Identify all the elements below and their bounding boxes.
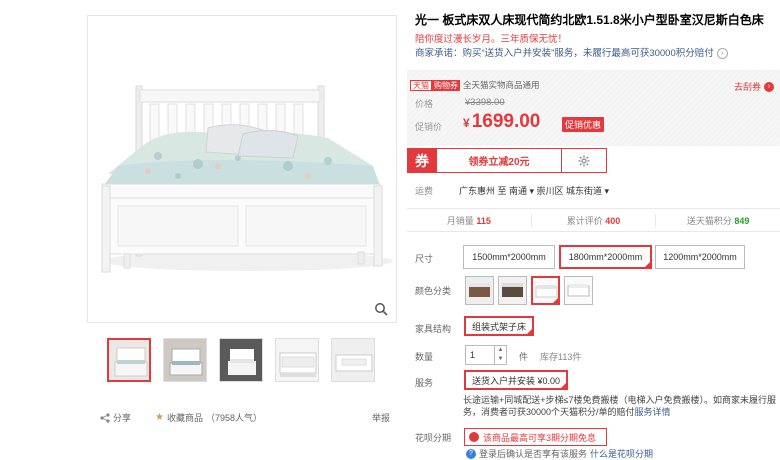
thumbnail-3[interactable]: [219, 338, 263, 382]
service-details-link[interactable]: 服务详情: [635, 407, 671, 417]
total-reviews[interactable]: 累计评价 400: [532, 213, 657, 227]
shipping-label: 运费: [415, 186, 434, 196]
get-coupon-button[interactable]: 领券立减20元: [437, 148, 562, 173]
service-description: 长途运输+同城配送+步梯≤7楼免费搬楼（电梯入户免费搬楼）。如商家未履行服务，消…: [463, 394, 778, 418]
huabei-button-label: 该商品最高可享3期分期免息: [483, 432, 597, 443]
original-price: ¥3398.00: [465, 97, 505, 108]
service-option-label: 送货入户并安装 ¥0.00: [472, 375, 561, 386]
zoom-icon[interactable]: [374, 302, 388, 316]
star-icon: ★: [155, 412, 164, 423]
structure-label: 家具结构: [415, 324, 452, 334]
go-scratch-label: 去刮券: [733, 82, 761, 92]
tmall-points-value: 849: [734, 215, 750, 226]
color-label: 颜色分类: [415, 286, 452, 296]
shipping-row: 运费 广东惠州 至 南通 ▾ 崇川区 城东街道 ▾: [415, 184, 609, 197]
size-label: 尺寸: [415, 254, 434, 264]
size-option-1200[interactable]: 1200mm*2000mm: [655, 245, 745, 269]
monthly-sales-value: 115: [476, 215, 491, 226]
quantity-unit: 件: [519, 352, 529, 362]
coupon-bar: 券 领券立减20元: [407, 148, 607, 173]
shopping-coupon-tag: 购物券: [432, 79, 460, 91]
tmall-points: 送天猫积分 849: [656, 214, 780, 227]
thumbnail-5[interactable]: [331, 338, 375, 382]
size-option-1800[interactable]: 1800mm*2000mm: [559, 245, 652, 269]
favorite-label: 收藏商品: [166, 413, 203, 423]
price-box: 天猫 购物券 全天猫实物商品通用 去刮券 › 价格 ¥3398.00 促销价 ¥…: [407, 70, 780, 146]
total-reviews-value: 400: [605, 215, 621, 226]
monthly-sales: 月销量 115: [407, 213, 532, 227]
product-title: 光一 板式床双人床现代简约北欧1.51.8米小户型卧室汉尼斯白色床: [415, 13, 764, 27]
tmall-note: 全天猫实物商品通用: [463, 80, 540, 90]
selected-check-icon: [552, 297, 558, 303]
go-scratch-coupon-link[interactable]: 去刮券 ›: [734, 80, 774, 93]
question-icon: ?: [466, 448, 476, 459]
share-icon: [100, 412, 110, 423]
tmall-coupon-tag: 天猫 购物券 全天猫实物商品通用: [410, 79, 540, 91]
report-link[interactable]: 举报: [372, 411, 390, 424]
coupon-settings-button[interactable]: [562, 148, 607, 173]
promo-price-label: 促销价: [415, 122, 443, 132]
original-price-label: 价格: [415, 99, 434, 109]
favorite-button[interactable]: ★ 收藏商品 （7958人气）: [155, 411, 262, 424]
thumbnail-1[interactable]: [107, 338, 151, 382]
promo-price-value: 1699.00: [471, 111, 541, 132]
huabei-label: 花呗分期: [415, 433, 452, 443]
currency-symbol: ¥: [463, 116, 470, 130]
thumbnail-2[interactable]: [163, 338, 207, 382]
favorite-count: （7958人气）: [206, 413, 263, 423]
service-description-text: 长途运输+同城配送+步梯≤7楼免费搬楼（电梯入户免费搬楼）。如商家未履行服务，消…: [463, 395, 776, 417]
chevron-right-icon[interactable]: ›: [716, 47, 728, 59]
thumbnail-strip: [107, 338, 375, 382]
selected-check-icon: [526, 328, 534, 335]
share-row: 分享 ★ 收藏商品 （7958人气） 举报: [100, 411, 390, 424]
color-option-3[interactable]: [531, 276, 560, 305]
thumbnail-4[interactable]: [275, 338, 319, 382]
quantity-stepper: ▲ ▼: [495, 345, 507, 365]
color-option-1[interactable]: [465, 276, 494, 305]
huabei-installment-button[interactable]: 该商品最高可享3期分期免息: [464, 428, 607, 446]
structure-option-label: 组装式架子床: [472, 321, 527, 332]
decrease-icon[interactable]: ▼: [495, 355, 506, 364]
quantity-input[interactable]: 1: [465, 345, 495, 365]
coupon-icon: 券: [407, 148, 437, 173]
quantity-label: 数量: [415, 352, 434, 362]
service-option[interactable]: 送货入户并安装 ¥0.00: [464, 370, 569, 390]
color-option-2[interactable]: [498, 276, 527, 305]
monthly-sales-label: 月销量: [446, 215, 474, 226]
share-label: 分享: [113, 413, 132, 423]
what-is-huabei-link[interactable]: 什么是花呗分期: [590, 447, 653, 460]
merchant-promise[interactable]: 商家承诺：购买“送货入户并安装”服务，未履行最高可获30000积分赔付 ›: [415, 45, 728, 59]
stats-row: 月销量 115 累计评价 400 送天猫积分 849: [407, 208, 780, 232]
shipping-location-select[interactable]: 广东惠州 至 南通 ▾ 崇川区 城东街道 ▾: [459, 184, 609, 197]
total-reviews-label: 累计评价: [566, 215, 603, 226]
share-button[interactable]: 分享: [100, 411, 131, 424]
structure-option[interactable]: 组装式架子床: [464, 316, 535, 336]
tmall-tag: 天猫: [410, 79, 432, 91]
increase-icon[interactable]: ▲: [495, 346, 506, 355]
selected-check-icon: [644, 261, 651, 268]
huabei-note-text: 登录后确认是否享有该服务: [479, 449, 588, 459]
chevron-right-icon: ›: [764, 81, 774, 92]
bed-image: [88, 16, 396, 322]
merchant-promise-text: 商家承诺：购买“送货入户并安装”服务，未履行最高可获30000积分赔付: [415, 48, 714, 59]
stock-count: 库存113件: [540, 352, 582, 362]
huabei-note: ? 登录后确认是否享有该服务 什么是花呗分期: [466, 447, 653, 460]
promo-badge: 促销优惠: [562, 117, 605, 132]
gear-icon: [578, 155, 590, 166]
tmall-points-label: 送天猫积分: [686, 215, 732, 226]
size-option-label: 1200mm*2000mm: [663, 252, 737, 262]
service-label: 服务: [415, 378, 434, 388]
promo-text: 陪你度过漫长岁月。三年质保无忧！: [415, 34, 568, 45]
huabei-icon: [469, 432, 479, 442]
size-option-label: 1500mm*2000mm: [472, 252, 546, 262]
color-option-4[interactable]: [564, 276, 593, 305]
size-option-label: 1800mm*2000mm: [568, 252, 643, 262]
main-product-image[interactable]: [87, 15, 397, 323]
promo-price: ¥1699.00: [463, 111, 540, 133]
selected-check-icon: [560, 382, 568, 389]
size-option-1500[interactable]: 1500mm*2000mm: [463, 245, 555, 269]
